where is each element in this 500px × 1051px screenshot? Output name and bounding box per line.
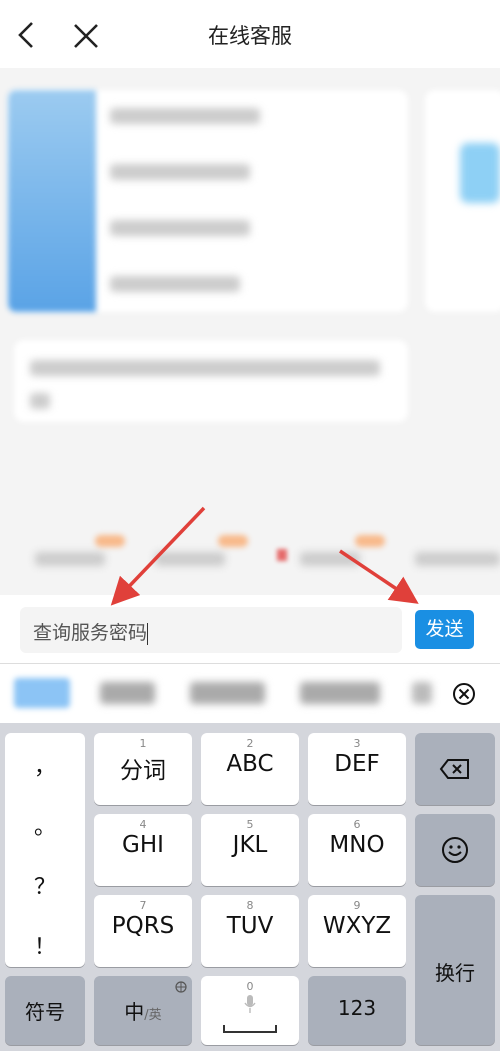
language-switch-key[interactable]: 中/英 (94, 976, 192, 1045)
page-title: 在线客服 (208, 24, 292, 48)
key-分词[interactable]: 1 分词 (94, 733, 192, 805)
key-mno[interactable]: 6 MNO (308, 814, 406, 886)
candidate-bar[interactable] (0, 663, 500, 723)
space-bar-icon (223, 1025, 277, 1033)
backspace-key[interactable] (415, 733, 495, 805)
key-label: WXYZ (322, 913, 392, 939)
key-question[interactable]: ？ (5, 869, 85, 901)
key-number: 2 (246, 737, 254, 750)
key-jkl[interactable]: 5 JKL (201, 814, 299, 886)
key-number: 3 (353, 737, 361, 750)
send-button[interactable]: 发送 (415, 610, 474, 649)
symbols-label: 符号 (25, 1000, 65, 1024)
enter-label: 换行 (435, 961, 475, 985)
text-caret (147, 622, 149, 645)
numbers-label: 123 (337, 996, 377, 1020)
key-comma[interactable]: ， (5, 749, 85, 781)
key-label: 分词 (120, 758, 166, 784)
key-label: ABC (226, 751, 274, 777)
key-exclaim[interactable]: ！ (5, 929, 85, 961)
key-label: MNO (329, 832, 385, 858)
key-number: 6 (353, 818, 361, 831)
key-abc[interactable]: 2 ABC (201, 733, 299, 805)
key-def[interactable]: 3 DEF (308, 733, 406, 805)
keyboard: ， 。 ？ ！ 换行 符号 中/英 0 123 1 分词 2 ABC 3 DEF 4 GHI 5… (0, 723, 500, 1051)
key-period[interactable]: 。 (5, 809, 85, 841)
key-pqrs[interactable]: 7 PQRS (94, 895, 192, 967)
key-label: DEF (334, 751, 380, 777)
key-label: TUV (226, 913, 274, 939)
input-text: 查询服务密码 (33, 622, 148, 644)
key-label: JKL (232, 832, 268, 858)
key-tuv[interactable]: 8 TUV (201, 895, 299, 967)
emoji-key[interactable] (415, 814, 495, 886)
emoji-icon (442, 837, 468, 863)
lang-main: 中 (124, 1000, 145, 1024)
chat-content (0, 68, 500, 595)
lang-alt: /英 (144, 1008, 162, 1023)
symbols-key[interactable]: 符号 (5, 976, 85, 1045)
key-ghi[interactable]: 4 GHI (94, 814, 192, 886)
numbers-key[interactable]: 123 (308, 976, 406, 1045)
key-number: 8 (246, 899, 254, 912)
microphone-icon (244, 995, 256, 1013)
enter-key[interactable]: 换行 (415, 895, 495, 1045)
key-number: 5 (246, 818, 254, 831)
backspace-icon (439, 759, 469, 779)
punctuation-panel[interactable]: ， 。 ？ ！ (5, 733, 85, 967)
key-number: 4 (139, 818, 147, 831)
key-label: GHI (122, 832, 164, 858)
key-number: 7 (139, 899, 147, 912)
header: 在线客服 (0, 0, 500, 68)
message-input[interactable]: 查询服务密码 (20, 607, 402, 653)
key-number: 1 (139, 737, 147, 750)
space-num: 0 (246, 980, 254, 993)
key-number: 9 (353, 899, 361, 912)
blurred-image (8, 90, 96, 312)
space-key[interactable]: 0 (201, 976, 299, 1045)
key-label: PQRS (111, 913, 175, 939)
key-wxyz[interactable]: 9 WXYZ (308, 895, 406, 967)
globe-icon (175, 981, 187, 993)
close-candidates-icon[interactable] (452, 682, 476, 706)
blurred-message (14, 340, 408, 422)
